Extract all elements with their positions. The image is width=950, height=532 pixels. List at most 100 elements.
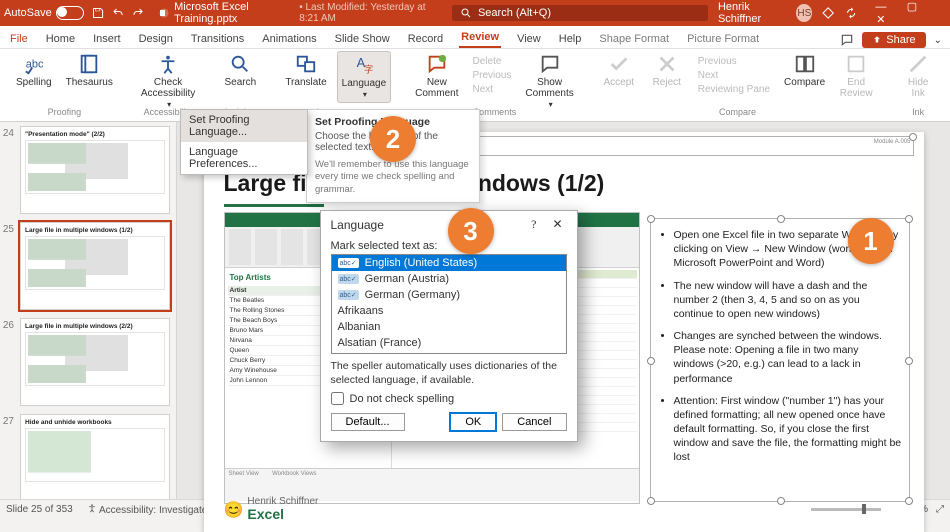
- zoom-slider[interactable]: [811, 508, 881, 511]
- fit-to-window-button[interactable]: ⤢: [936, 504, 944, 515]
- spelling-icon: abc: [23, 53, 45, 75]
- group-label: Ink: [912, 107, 924, 119]
- avatar[interactable]: HS: [796, 4, 812, 22]
- thumbnail-pane[interactable]: 24 "Presentation mode" (2/2) 25 Large fi…: [0, 122, 177, 499]
- translate-button[interactable]: Translate: [281, 51, 330, 90]
- language-dropdown: Set Proofing Language... Language Prefer…: [180, 109, 308, 175]
- tab-review[interactable]: Review: [459, 28, 501, 48]
- close-button[interactable]: ✕: [867, 13, 895, 26]
- tab-insert[interactable]: Insert: [91, 30, 123, 48]
- thumb-27[interactable]: 27 Hide and unhide workbooks: [0, 414, 170, 499]
- lang-option-5[interactable]: Alsatian (France): [332, 335, 566, 351]
- search-icon: [229, 53, 251, 75]
- tab-help[interactable]: Help: [557, 30, 584, 48]
- diamond-icon[interactable]: [822, 6, 834, 20]
- accessibility-icon: [87, 503, 97, 513]
- tab-shape-format[interactable]: Shape Format: [597, 30, 671, 48]
- slide-counter[interactable]: Slide 25 of 353: [6, 504, 73, 515]
- share-label: Share: [886, 34, 915, 46]
- slide-canvas[interactable]: Module A.005 Large file in multiple wind…: [177, 122, 950, 499]
- autosave-label: AutoSave: [4, 7, 52, 19]
- toggle-switch-icon: [56, 6, 84, 20]
- ribbon: abc Spelling Thesaurus Proofing Check Ac…: [0, 49, 950, 122]
- tab-design[interactable]: Design: [137, 30, 175, 48]
- search-box[interactable]: Search (Alt+Q): [452, 5, 708, 21]
- bullet-4: Attention: First window ("number 1") has…: [674, 394, 902, 465]
- excel-workbookviews-label: Workbook Views: [272, 471, 316, 477]
- save-icon[interactable]: [92, 6, 104, 20]
- tab-animations[interactable]: Animations: [260, 30, 318, 48]
- language-preferences-item[interactable]: Language Preferences...: [181, 142, 307, 174]
- no-spellcheck-checkbox[interactable]: Do not check spelling: [331, 392, 567, 405]
- language-listbox[interactable]: abc✓English (United States) abc✓German (…: [331, 254, 567, 354]
- comments-icon[interactable]: [840, 33, 854, 47]
- thesaurus-button[interactable]: Thesaurus: [62, 51, 117, 90]
- maximize-button[interactable]: ▢: [898, 0, 926, 13]
- lang-option-4[interactable]: Albanian: [332, 319, 566, 335]
- thumb-25[interactable]: 25 Large file in multiple windows (1/2): [0, 222, 170, 310]
- no-spellcheck-input[interactable]: [331, 392, 344, 405]
- accessibility-status[interactable]: Accessibility: Investigate: [87, 503, 208, 516]
- tab-slideshow[interactable]: Slide Show: [333, 30, 392, 48]
- footer-logo: 😊 Henrik SchiffnerExcel: [224, 497, 319, 522]
- lang-option-1[interactable]: abc✓German (Austria): [332, 271, 566, 287]
- tab-file[interactable]: File: [8, 30, 30, 48]
- group-compare: Accept Reject Previous Next Reviewing Pa…: [592, 51, 883, 119]
- compare-button[interactable]: Compare: [780, 51, 829, 90]
- doc-name: Microsoft Excel Training.pptx: [174, 1, 295, 25]
- set-proofing-language-item[interactable]: Set Proofing Language...: [181, 110, 307, 142]
- cancel-button[interactable]: Cancel: [502, 413, 566, 431]
- tab-record[interactable]: Record: [406, 30, 445, 48]
- tab-transitions[interactable]: Transitions: [189, 30, 246, 48]
- reject-button: Reject: [646, 51, 688, 90]
- end-review-icon: [845, 53, 867, 75]
- redo-icon[interactable]: [132, 6, 144, 20]
- spelling-button[interactable]: abc Spelling: [12, 51, 56, 90]
- dialog-close-button[interactable]: ✕: [544, 215, 570, 234]
- bullet-2: The new window will have a dash and the …: [674, 279, 902, 322]
- lang-option-3[interactable]: Afrikaans: [332, 303, 566, 319]
- check-accessibility-button[interactable]: Check Accessibility▾: [137, 51, 199, 112]
- tip-sub: We'll remember to use this language ever…: [315, 159, 471, 196]
- user-name[interactable]: Henrik Schiffner: [718, 1, 787, 25]
- new-comment-icon: [426, 53, 448, 75]
- bullet-text[interactable]: Open one Excel file in two separate Wind…: [660, 228, 902, 473]
- smart-lookup-button[interactable]: Search: [219, 51, 261, 90]
- bullet-3: Changes are synched between the windows.…: [674, 329, 902, 386]
- powerpoint-icon: [158, 6, 170, 20]
- autosave-toggle[interactable]: AutoSave: [4, 6, 84, 20]
- thumb-26[interactable]: 26 Large file in multiple windows (2/2): [0, 318, 170, 406]
- previous-comment-button: Previous: [469, 69, 516, 82]
- language-button[interactable]: A字 Language▾: [337, 51, 392, 103]
- svg-text:字: 字: [364, 63, 373, 74]
- tab-view[interactable]: View: [515, 30, 543, 48]
- minimize-button[interactable]: —: [867, 1, 895, 13]
- ribbon-collapse-icon[interactable]: ⌄: [934, 35, 942, 46]
- accept-button: Accept: [598, 51, 640, 90]
- translate-icon: [295, 53, 317, 75]
- ok-button[interactable]: OK: [450, 413, 496, 431]
- tab-home[interactable]: Home: [44, 30, 77, 48]
- show-comments-button[interactable]: Show Comments▾: [521, 51, 577, 112]
- compare-icon: [794, 53, 816, 75]
- undo-icon[interactable]: [112, 6, 124, 20]
- accessibility-icon: [157, 53, 179, 75]
- slide-id-label: Module A.005: [874, 139, 911, 145]
- thumb-24[interactable]: 24 "Presentation mode" (2/2): [0, 126, 170, 214]
- delete-comment-button: Delete: [469, 55, 516, 68]
- search-icon: [460, 7, 472, 19]
- share-button[interactable]: Share: [862, 32, 925, 48]
- lang-option-0[interactable]: abc✓English (United States): [332, 255, 566, 271]
- document-title[interactable]: Microsoft Excel Training.pptx • Last Mod…: [158, 1, 442, 25]
- lang-option-2[interactable]: abc✓German (Germany): [332, 287, 566, 303]
- reject-icon: [656, 53, 678, 75]
- svg-text:abc: abc: [26, 59, 44, 71]
- default-button[interactable]: Default...: [331, 413, 405, 431]
- thesaurus-icon: [78, 53, 100, 75]
- dialog-help-button[interactable]: ?: [523, 215, 544, 234]
- logo-main: Excel: [247, 506, 284, 522]
- hide-ink-button: Hide Ink: [897, 51, 939, 101]
- tab-picture-format[interactable]: Picture Format: [685, 30, 761, 48]
- new-comment-button[interactable]: New Comment: [411, 51, 462, 101]
- sync-icon[interactable]: [845, 6, 857, 20]
